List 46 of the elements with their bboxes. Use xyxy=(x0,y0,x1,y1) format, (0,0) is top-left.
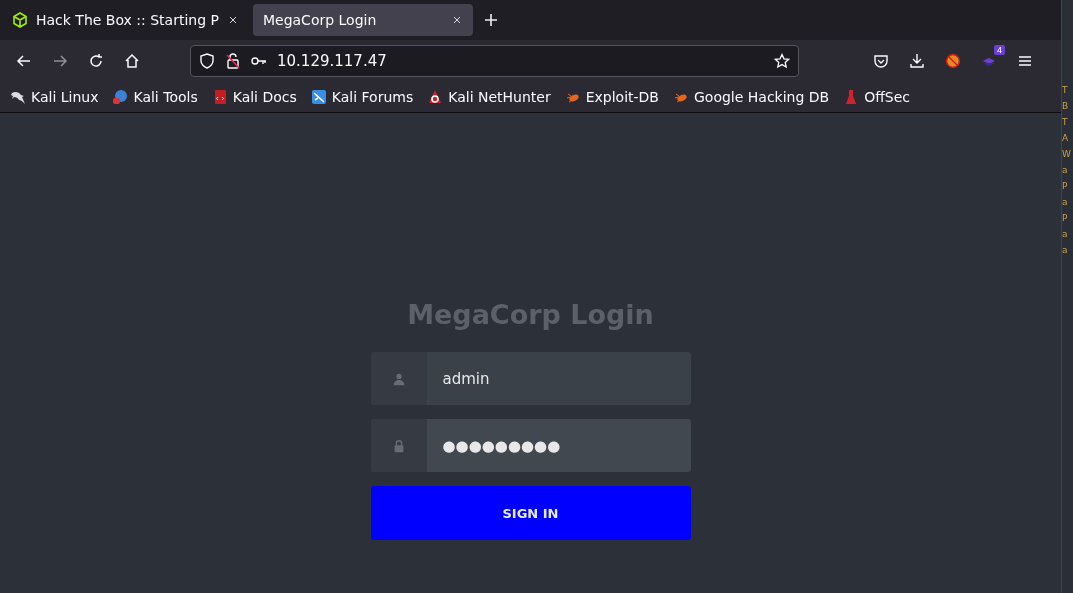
username-field[interactable]: admin xyxy=(370,352,691,405)
panel-text: a xyxy=(1062,244,1069,257)
bookmark[interactable]: Kali Docs xyxy=(209,89,299,105)
back-icon xyxy=(16,53,32,69)
browser-tab[interactable]: Hack The Box :: Starting P xyxy=(2,4,249,36)
nethunter-icon xyxy=(427,89,444,105)
forward-icon xyxy=(52,53,68,69)
user-icon xyxy=(391,371,406,386)
bookmark[interactable]: Exploit-DB xyxy=(562,89,661,105)
address-bar[interactable]: 10.129.117.47 xyxy=(190,45,799,77)
panel-text: T xyxy=(1062,116,1069,129)
panel-text: A xyxy=(1062,132,1070,145)
home-icon xyxy=(124,53,140,69)
star-icon xyxy=(774,53,790,69)
bookmark[interactable]: Google Hacking DB xyxy=(671,89,832,105)
username-input[interactable]: admin xyxy=(426,352,691,405)
password-input[interactable]: ●●●●●●●●● xyxy=(426,419,691,472)
reload-icon xyxy=(88,53,104,69)
url-text: 10.129.117.47 xyxy=(277,52,388,70)
menu-icon xyxy=(1017,53,1033,69)
panel-text: P xyxy=(1062,180,1069,193)
bookmark[interactable]: Kali Linux xyxy=(8,89,101,105)
insecure-lock-icon xyxy=(225,53,241,69)
bookmark[interactable]: Kali NetHunter xyxy=(425,89,553,105)
panel-text: a xyxy=(1062,164,1069,177)
cube-icon xyxy=(12,12,28,28)
browser-tab[interactable]: MegaCorp Login xyxy=(252,4,473,36)
panel-text: a xyxy=(1062,196,1069,209)
download-icon xyxy=(909,53,925,69)
panel-text: T xyxy=(1062,84,1069,97)
panel-text: B xyxy=(1062,100,1070,113)
pocket-icon xyxy=(873,53,889,69)
password-field[interactable]: ●●●●●●●●● xyxy=(370,419,691,472)
panel-text: a xyxy=(1062,228,1069,241)
shield-icon xyxy=(199,53,215,69)
extensions-badge: 4 xyxy=(994,45,1005,55)
bookmark[interactable]: Kali Tools xyxy=(110,89,200,105)
bookmark[interactable]: OffSec xyxy=(841,89,913,105)
extensions-button[interactable]: 4 xyxy=(973,47,1005,75)
forums-icon xyxy=(310,89,327,105)
panel-text: P xyxy=(1062,212,1069,225)
tools-icon xyxy=(112,89,129,105)
panel-text: W xyxy=(1062,148,1072,161)
sign-in-button[interactable]: SIGN IN xyxy=(370,486,691,540)
plus-icon xyxy=(482,12,499,28)
bookmark[interactable]: Kali Forums xyxy=(308,89,416,105)
